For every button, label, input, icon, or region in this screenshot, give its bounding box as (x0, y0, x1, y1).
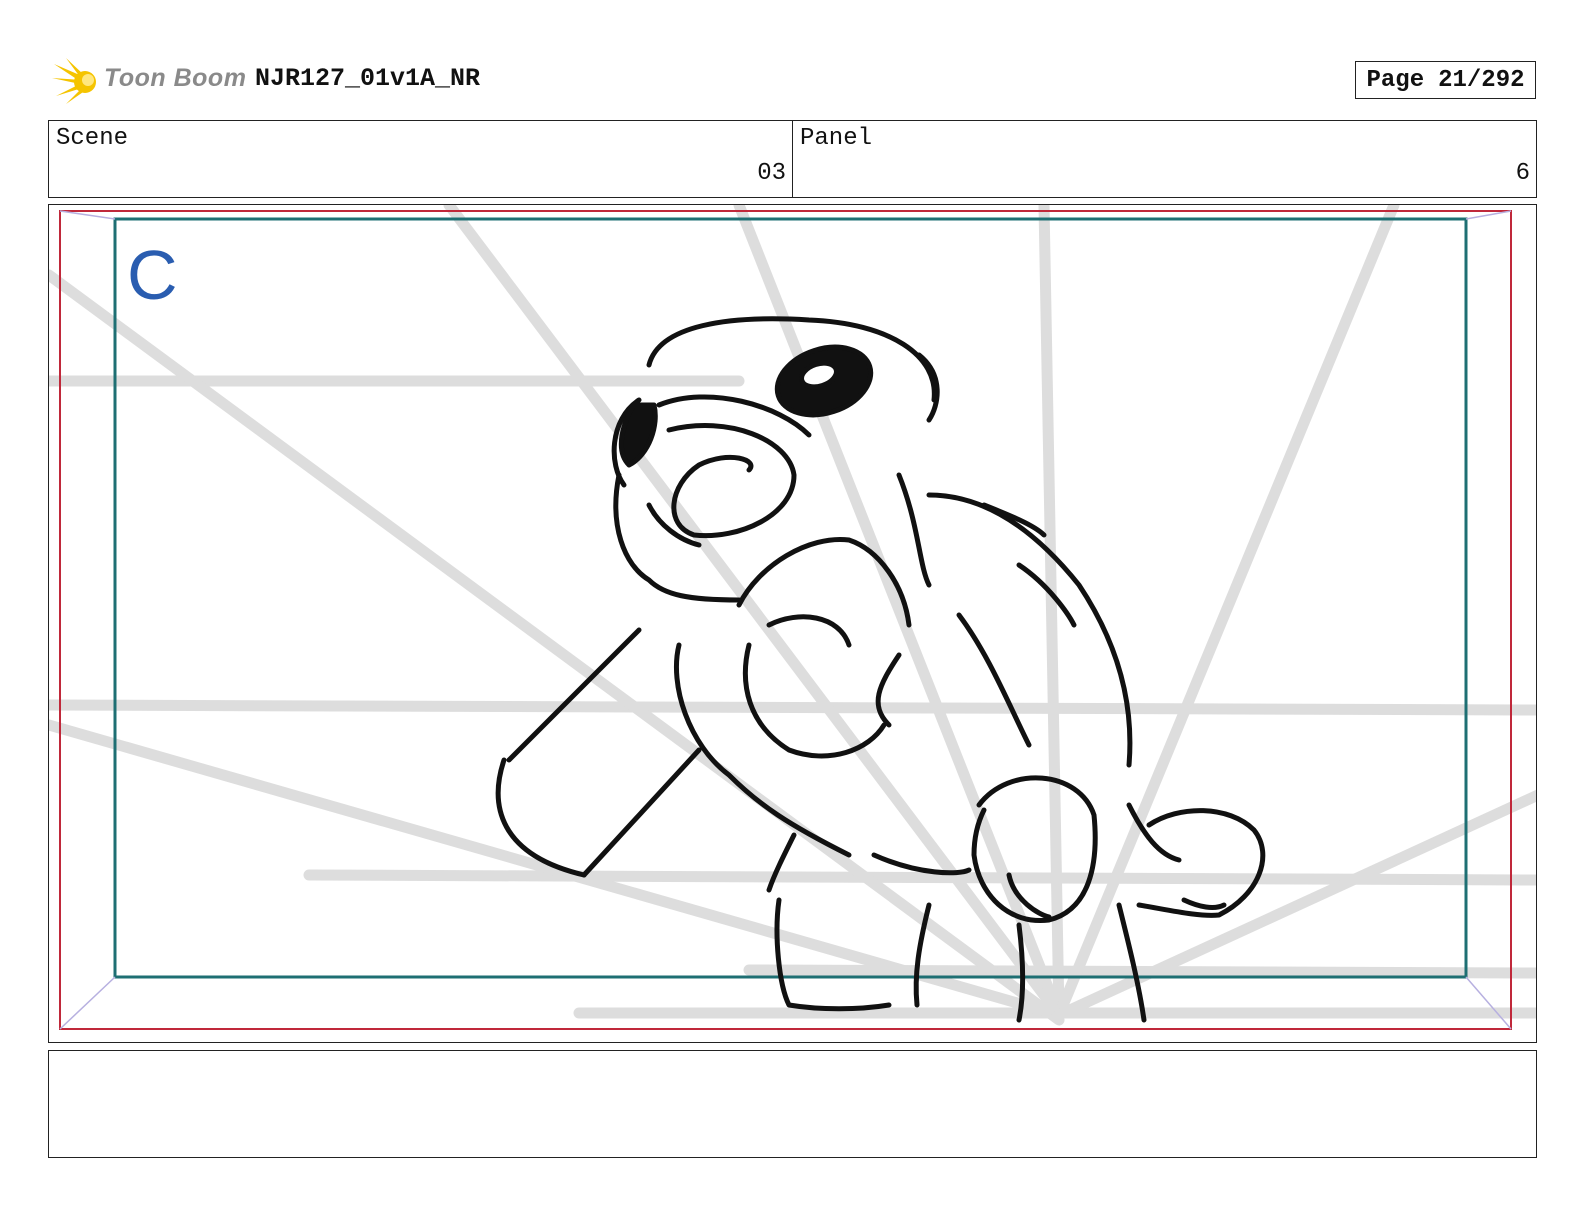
scene-value: 03 (757, 160, 786, 187)
camera-label: C (127, 236, 178, 314)
panel-notes[interactable] (48, 1050, 1537, 1158)
scene-panel-row: Scene 03 Panel 6 (48, 120, 1537, 198)
project-title: NJR127_01v1A_NR (255, 64, 481, 93)
page-value: 21/292 (1438, 66, 1525, 94)
panel-cell: Panel 6 (792, 121, 1536, 197)
storyboard-panel: C (48, 204, 1537, 1043)
panel-label: Panel (800, 125, 873, 152)
panel-value: 6 (1515, 160, 1530, 187)
toon-boom-logo: Toon Boom (52, 56, 246, 106)
storyboard-drawing (49, 205, 1536, 1030)
page-indicator: Page 21/292 (1355, 61, 1536, 99)
scene-label: Scene (56, 125, 129, 152)
scene-cell: Scene 03 (49, 121, 792, 197)
brand-name: Toon Boom (104, 64, 247, 92)
page-label: Page (1366, 66, 1425, 94)
perspective-guides (49, 205, 1536, 1026)
toon-boom-logo-icon (52, 58, 96, 104)
